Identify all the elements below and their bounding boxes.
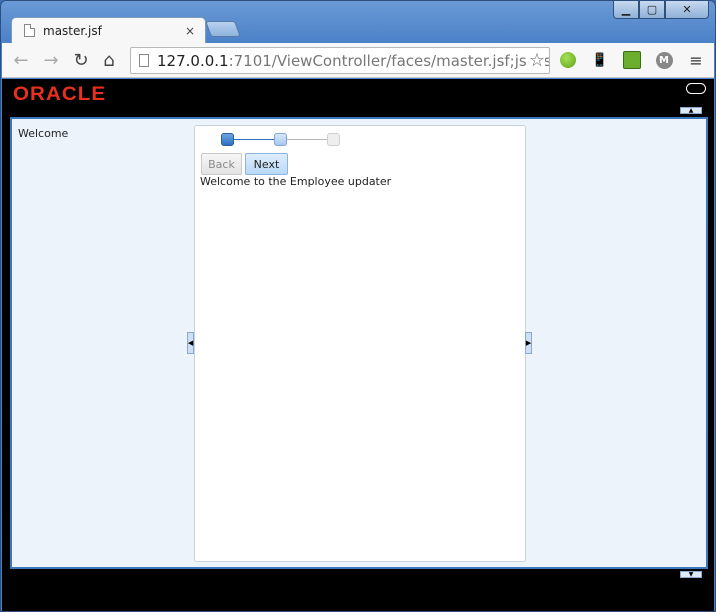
browser-tab[interactable]: master.jsf ×	[11, 17, 206, 43]
new-tab-button[interactable]	[205, 21, 241, 37]
logo-text: ORACLE	[13, 84, 107, 105]
tab-close-icon[interactable]: ×	[185, 24, 195, 38]
motorola-extension-icon[interactable]: M	[654, 50, 674, 70]
minimize-button[interactable]: ▁	[613, 1, 639, 19]
train-step-1[interactable]	[221, 133, 234, 146]
train-connector	[287, 139, 327, 140]
center-content-box: Back Next Welcome to the Employee update…	[194, 125, 526, 562]
forward-arrow-icon[interactable]: →	[38, 47, 64, 73]
header-pill-icon[interactable]	[686, 83, 706, 94]
home-icon[interactable]: ⌂	[96, 47, 122, 73]
collapse-up-icon[interactable]: ▲	[680, 107, 702, 114]
welcome-label: Welcome	[18, 127, 69, 140]
left-splitter-handle[interactable]: ◀	[187, 332, 194, 354]
star-icon[interactable]: ☆	[526, 50, 545, 71]
address-bar[interactable]: 127.0.0.1:7101/ViewController/faces/mast…	[130, 47, 550, 74]
train-step-2[interactable]	[274, 133, 287, 146]
next-button-label: Next	[253, 157, 280, 171]
tab-title: master.jsf	[43, 23, 102, 38]
url-path: :7101/ViewController/faces/master.jsf;js…	[228, 51, 550, 70]
browser-window: ▁ ▢ ✕ master.jsf × ← → ↻ ⌂ 127.0.0.1:710…	[0, 0, 716, 612]
back-button[interactable]: Back	[201, 153, 242, 175]
train-connector	[234, 139, 274, 140]
oracle-app: ORACLE ▲ Welcome ◀ Back Next Welcome to …	[2, 79, 714, 611]
process-train	[221, 133, 341, 147]
close-window-button[interactable]: ✕	[665, 1, 709, 19]
url-host: 127.0.0.1	[157, 51, 229, 70]
back-arrow-icon[interactable]: ←	[8, 47, 34, 73]
right-splitter-handle[interactable]: ▶	[525, 332, 532, 354]
phone-extension-icon[interactable]: 📱	[590, 50, 610, 70]
reload-icon[interactable]: ↻	[68, 47, 94, 73]
document-icon	[24, 24, 35, 37]
main-panel: Welcome ◀ Back Next Welcome to the Emplo…	[10, 117, 708, 569]
app-footer: ▼	[2, 571, 714, 611]
oracle-logo: ORACLE	[13, 84, 106, 106]
collapse-down-icon[interactable]: ▼	[680, 571, 702, 578]
android-extension-icon[interactable]	[622, 50, 642, 70]
browser-toolbar: ← → ↻ ⌂ 127.0.0.1:7101/ViewController/fa…	[2, 43, 714, 78]
hamburger-menu-icon[interactable]: ≡	[686, 50, 706, 70]
app-header: ORACLE ▲	[2, 79, 714, 115]
page-icon	[139, 54, 149, 67]
back-button-label: Back	[208, 157, 235, 171]
maximize-button[interactable]: ▢	[639, 1, 665, 19]
next-button[interactable]: Next	[245, 153, 288, 175]
url-text: 127.0.0.1:7101/ViewController/faces/mast…	[157, 51, 550, 70]
intro-text: Welcome to the Employee updater	[200, 175, 392, 188]
train-step-3	[327, 133, 340, 146]
green-extension-icon[interactable]	[558, 50, 578, 70]
window-controls: ▁ ▢ ✕	[613, 1, 709, 19]
